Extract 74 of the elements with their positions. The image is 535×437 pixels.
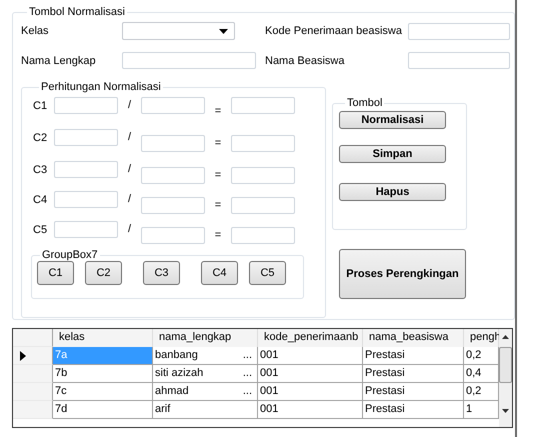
table-cell: Prestasi bbox=[363, 365, 464, 383]
table-cell: Prestasi bbox=[363, 347, 464, 365]
input-field[interactable] bbox=[231, 135, 295, 152]
divide-sign: / bbox=[126, 192, 132, 205]
group-title: GroupBox7 bbox=[41, 249, 99, 261]
input-field[interactable] bbox=[54, 161, 118, 178]
table-cell: 001 bbox=[258, 401, 363, 419]
group-title: Tombol bbox=[346, 97, 384, 109]
dropdown[interactable] bbox=[122, 22, 235, 40]
action-button[interactable]: Normalisasi bbox=[339, 111, 446, 129]
column-header[interactable]: nama_beasiswa bbox=[363, 329, 464, 347]
input-field[interactable] bbox=[231, 227, 295, 244]
divide-sign: / bbox=[126, 98, 132, 111]
row-label: C5 bbox=[33, 223, 48, 236]
field-label: Nama Beasiswa bbox=[265, 54, 346, 66]
input-field[interactable] bbox=[54, 97, 118, 114]
table-cell: 001 bbox=[258, 347, 363, 365]
row-label: C2 bbox=[33, 131, 48, 144]
table-cell: arif bbox=[153, 401, 258, 419]
input-field[interactable] bbox=[122, 52, 256, 69]
input-field[interactable] bbox=[408, 52, 510, 69]
table-cell: siti azizah ... bbox=[153, 365, 258, 383]
table-cell: 001 bbox=[258, 365, 363, 383]
criteria-button[interactable]: C3 bbox=[143, 261, 180, 285]
column-header[interactable]: nama_lengkap bbox=[153, 329, 258, 347]
criteria-button[interactable]: C4 bbox=[201, 261, 238, 285]
group-title: Tombol Normalisasi bbox=[28, 6, 126, 18]
table-cell: 7a bbox=[53, 347, 153, 365]
group-title: Perhitungan Normalisasi bbox=[40, 81, 162, 93]
table-cell: 7b bbox=[53, 365, 153, 383]
table-cell: banbang ... bbox=[153, 347, 258, 365]
column-header[interactable]: kode_penerimaanb bbox=[258, 329, 363, 347]
table-cell: 7d bbox=[53, 401, 153, 419]
equals-sign: = bbox=[214, 228, 222, 241]
row-label: C1 bbox=[33, 99, 48, 112]
caret-icon bbox=[219, 28, 228, 34]
row-header[interactable] bbox=[13, 347, 53, 365]
action-button[interactable]: Simpan bbox=[339, 145, 446, 163]
table-cell: 001 bbox=[258, 383, 363, 401]
input-field[interactable] bbox=[54, 191, 118, 208]
input-field[interactable] bbox=[141, 167, 205, 184]
input-field[interactable] bbox=[231, 197, 295, 214]
table-cell: 7c bbox=[53, 383, 153, 401]
scroll-bar[interactable] bbox=[499, 329, 512, 427]
rank-button[interactable]: Proses Perengkingan bbox=[339, 249, 466, 299]
divide-sign: / bbox=[126, 130, 132, 143]
criteria-button[interactable]: C1 bbox=[37, 261, 74, 285]
input-field[interactable] bbox=[141, 197, 205, 214]
equals-sign: = bbox=[214, 104, 222, 117]
input-field[interactable] bbox=[141, 135, 205, 152]
action-button[interactable]: Hapus bbox=[339, 183, 446, 201]
divide-sign: / bbox=[126, 222, 132, 235]
table-cell: Prestasi bbox=[363, 401, 464, 419]
input-field[interactable] bbox=[141, 227, 205, 244]
input-field[interactable] bbox=[54, 221, 118, 238]
row-label: C4 bbox=[33, 193, 48, 206]
equals-sign: = bbox=[214, 198, 222, 211]
table-cell: Prestasi bbox=[363, 383, 464, 401]
criteria-button[interactable]: C2 bbox=[85, 261, 122, 285]
column-header[interactable]: kelas bbox=[53, 329, 153, 347]
input-field[interactable] bbox=[231, 167, 295, 184]
divide-sign: / bbox=[126, 162, 132, 175]
equals-sign: = bbox=[214, 136, 222, 149]
field-label: Kode Penerimaan beasiswa bbox=[265, 25, 403, 37]
equals-sign: = bbox=[214, 168, 222, 181]
row-label: C3 bbox=[33, 163, 48, 176]
field-label: Nama Lengkap bbox=[21, 54, 97, 66]
field-label: Kelas bbox=[21, 25, 50, 37]
input-field[interactable] bbox=[231, 97, 295, 114]
table-cell: ahmad ... bbox=[153, 383, 258, 401]
input-field[interactable] bbox=[141, 97, 205, 114]
input-field[interactable] bbox=[54, 129, 118, 146]
criteria-button[interactable]: C5 bbox=[249, 261, 286, 285]
input-field[interactable] bbox=[408, 22, 510, 40]
